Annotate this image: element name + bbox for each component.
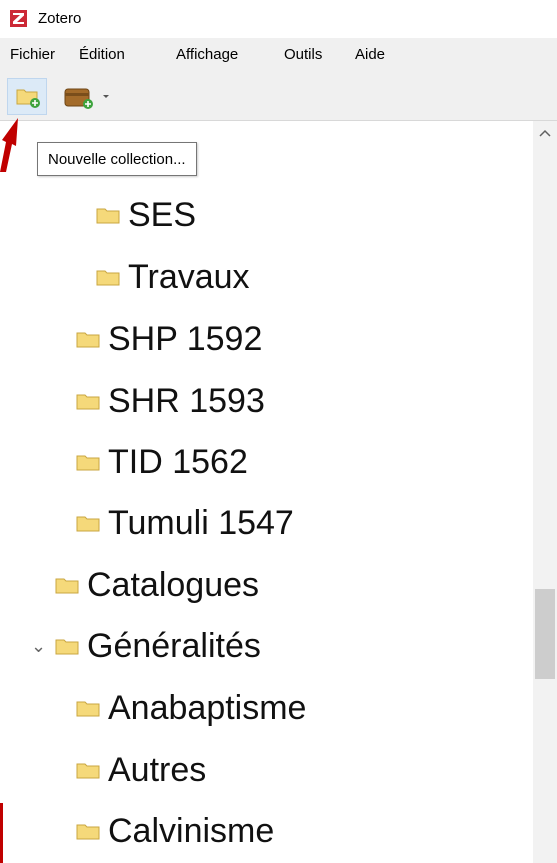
scrollbar-thumb[interactable] [535,589,555,679]
tree-item-label: Autres [108,750,207,789]
tree-item-ses[interactable]: SES [96,187,196,243]
tree-item-label: Travaux [128,257,250,296]
folder-icon [76,394,100,410]
tree-item-label: SHP 1592 [108,319,263,358]
dropdown-arrow-icon [103,95,109,98]
menu-edition[interactable]: Édition [79,46,125,63]
pointer-arrow-icon [0,118,18,172]
folder-icon [76,332,100,348]
tree-item-label: Anabaptisme [108,688,307,727]
new-collection-tooltip: Nouvelle collection... [37,142,197,176]
tree-item-calvinisme[interactable]: Calvinisme [76,803,274,859]
folder-icon [76,516,100,532]
tree-item-anabaptisme[interactable]: Anabaptisme [76,680,306,736]
folder-icon [76,763,100,779]
tree-item-tumuli-1547[interactable]: Tumuli 1547 [76,495,294,551]
tree-item-autres[interactable]: Autres [76,742,206,798]
new-collection-button[interactable] [7,78,47,115]
tree-item-label: Calvinisme [108,811,275,850]
folder-icon [55,578,79,594]
tree-item-label: Tumuli 1547 [108,503,294,542]
title-bar: Zotero [0,0,557,38]
folder-icon [76,701,100,717]
vertical-scrollbar[interactable] [533,121,557,863]
tree-item-label: Catalogues [87,565,260,604]
window-title: Zotero [38,10,82,27]
toolbar [0,74,557,121]
menu-outils[interactable]: Outils [284,46,322,63]
folder-icon [96,208,120,224]
folder-icon [96,270,120,286]
collection-tree: SES Travaux SHP 1592 SHR 1593 TID 1562 T… [0,121,533,863]
tree-item-label: TID 1562 [108,442,248,481]
menu-bar: Fichier Édition Affichage Outils Aide [0,38,557,74]
tree-item-travaux[interactable]: Travaux [96,249,250,305]
annotation-marker [0,803,3,863]
tree-item-shr-1593[interactable]: SHR 1593 [76,373,265,429]
folder-icon [76,824,100,840]
tree-item-generalites[interactable]: Généralités [55,618,261,674]
tree-item-label: SHR 1593 [108,381,265,420]
scroll-up-arrow-icon[interactable] [537,125,553,141]
new-library-button[interactable] [60,80,120,112]
tree-item-label: Généralités [87,626,261,665]
tree-item-shp-1592[interactable]: SHP 1592 [76,311,262,367]
folder-icon [55,639,79,655]
menu-aide[interactable]: Aide [355,46,385,63]
folder-icon [76,455,100,471]
menu-fichier[interactable]: Fichier [10,46,55,63]
menu-affichage[interactable]: Affichage [176,46,238,63]
expanded-chevron-icon[interactable]: ⌄ [31,636,46,657]
zotero-logo-icon [10,10,27,27]
library-briefcase-icon [64,88,109,109]
tree-item-tid-1562[interactable]: TID 1562 [76,434,248,490]
tree-item-label: SES [128,195,197,234]
tree-item-catalogues[interactable]: Catalogues [55,557,259,613]
new-collection-folder-icon [16,89,40,108]
